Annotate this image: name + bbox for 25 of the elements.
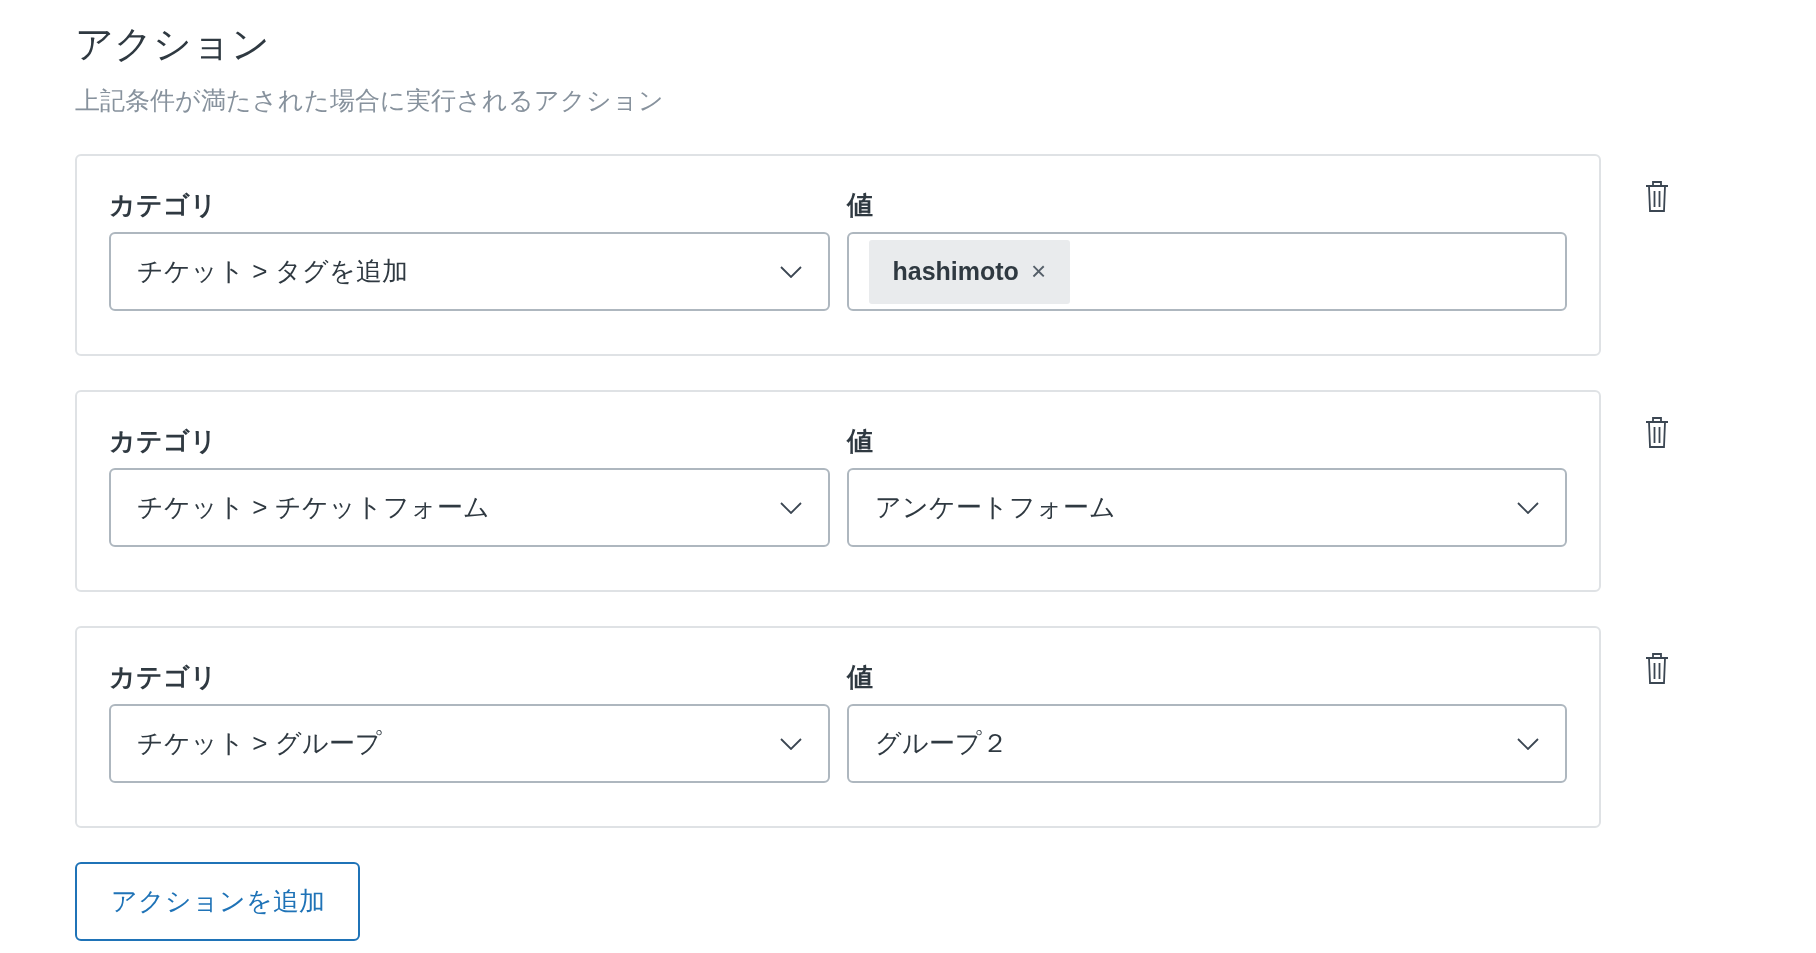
category-select[interactable]: チケット > グループ xyxy=(109,704,830,783)
section-title: アクション xyxy=(75,22,271,67)
chevron-down-icon xyxy=(1517,737,1539,750)
add-action-button[interactable]: アクションを追加 xyxy=(75,862,360,941)
trash-icon xyxy=(1645,180,1669,212)
field-label: 値 xyxy=(846,189,874,222)
tag-label: hashimoto xyxy=(892,255,1019,287)
remove-tag-button[interactable]: × xyxy=(1030,252,1047,291)
value-select[interactable]: アンケートフォーム xyxy=(846,468,1567,547)
value-select[interactable]: グループ２ xyxy=(846,704,1567,783)
category-select[interactable]: チケット > チケットフォーム xyxy=(109,468,830,547)
category-select[interactable]: チケット > タグを追加 xyxy=(109,232,830,311)
chevron-down-icon xyxy=(779,265,802,278)
trash-icon xyxy=(1645,652,1669,684)
chevron-down-icon xyxy=(1517,501,1539,514)
field-label: カテゴリ xyxy=(109,425,218,458)
trash-icon xyxy=(1645,416,1669,448)
section-subtitle: 上記条件が満たされた場合に実行されるアクション xyxy=(75,85,665,116)
chevron-down-icon xyxy=(779,501,802,514)
field-label: カテゴリ xyxy=(109,189,218,222)
chevron-down-icon xyxy=(779,737,802,750)
tag-input-field[interactable]: hashimoto × xyxy=(846,232,1567,311)
field-label: 値 xyxy=(846,425,874,458)
field-label: 値 xyxy=(846,661,874,694)
field-label: カテゴリ xyxy=(109,661,218,694)
